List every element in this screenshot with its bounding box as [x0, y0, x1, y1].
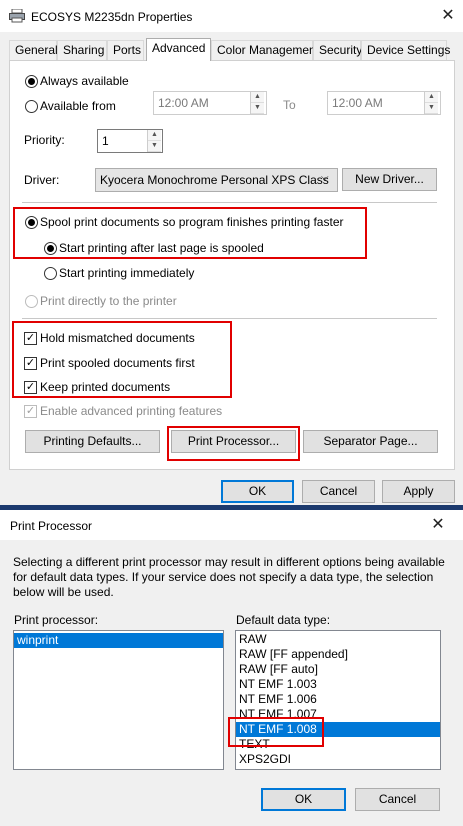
spool-label: Spool print documents so program finishe…: [40, 215, 344, 229]
list-item[interactable]: RAW: [236, 632, 440, 647]
separator-page-button[interactable]: Separator Page...: [303, 430, 438, 453]
available-from-label: Available from: [40, 99, 116, 113]
list-item[interactable]: NT EMF 1.007: [236, 707, 440, 722]
priority-label: Priority:: [24, 133, 65, 147]
always-available-label: Always available: [40, 74, 129, 88]
print-processor-description: Selecting a different print processor ma…: [13, 555, 445, 599]
spin-down-icon[interactable]: ▼: [425, 103, 438, 114]
hold-mismatched-label: Hold mismatched documents: [40, 331, 195, 345]
close-icon[interactable]: ✕: [423, 511, 453, 539]
close-icon[interactable]: ✕: [433, 2, 463, 30]
to-time-spinner[interactable]: ▲ ▼: [424, 92, 438, 114]
divider: [22, 318, 437, 319]
priority-value: 1: [102, 134, 109, 148]
tab-device-settings[interactable]: Device Settings: [361, 40, 450, 60]
printing-defaults-button[interactable]: Printing Defaults...: [25, 430, 160, 453]
print-directly-radio[interactable]: [25, 295, 38, 308]
tab-color-management[interactable]: Color Management: [211, 40, 319, 60]
print-processor-label: Print processor:: [14, 613, 99, 627]
print-processor-ok-button[interactable]: OK: [261, 788, 346, 811]
list-item[interactable]: NT EMF 1.003: [236, 677, 440, 692]
spin-down-icon[interactable]: ▼: [251, 103, 264, 114]
list-item[interactable]: XPS2GDI: [236, 752, 440, 767]
print-processor-title-bar: Print Processor ✕: [0, 510, 463, 540]
start-immediately-radio[interactable]: [44, 267, 57, 280]
properties-window-title: ECOSYS M2235dn Properties: [31, 10, 193, 24]
advanced-features-checkbox[interactable]: ✓: [24, 405, 37, 418]
list-item[interactable]: winprint: [14, 633, 223, 648]
driver-label: Driver:: [24, 173, 60, 187]
tab-sharing[interactable]: Sharing: [57, 40, 107, 60]
divider: [22, 202, 437, 203]
spin-up-icon[interactable]: ▲: [251, 92, 264, 103]
list-item[interactable]: TEXT: [236, 737, 440, 752]
spin-up-icon[interactable]: ▲: [425, 92, 438, 103]
spin-down-icon[interactable]: ▼: [148, 141, 161, 152]
driver-select[interactable]: Kyocera Monochrome Personal XPS Class ⌵: [95, 168, 338, 192]
keep-printed-checkbox[interactable]: ✓: [24, 381, 37, 394]
properties-title-bar: ECOSYS M2235dn Properties ✕: [0, 0, 463, 32]
start-after-last-page-label: Start printing after last page is spoole…: [59, 241, 264, 255]
print-spooled-first-label: Print spooled documents first: [40, 356, 195, 370]
list-item-selected[interactable]: NT EMF 1.008: [236, 722, 440, 737]
advanced-features-label: Enable advanced printing features: [40, 404, 223, 418]
chevron-down-icon: ⌵: [321, 172, 329, 183]
default-data-type-label: Default data type:: [236, 613, 331, 627]
print-processor-list[interactable]: winprint: [13, 630, 224, 770]
available-from-radio[interactable]: [25, 100, 38, 113]
priority-spinner[interactable]: ▲ ▼: [147, 130, 161, 152]
list-item[interactable]: NT EMF 1.006: [236, 692, 440, 707]
list-item[interactable]: RAW [FF auto]: [236, 662, 440, 677]
default-data-type-list[interactable]: RAW RAW [FF appended] RAW [FF auto] NT E…: [235, 630, 441, 770]
cancel-button[interactable]: Cancel: [302, 480, 375, 503]
spin-up-icon[interactable]: ▲: [148, 130, 161, 141]
available-from-time-value: 12:00 AM: [158, 96, 209, 110]
tab-security[interactable]: Security: [313, 40, 362, 60]
always-available-radio[interactable]: [25, 75, 38, 88]
available-to-time-value: 12:00 AM: [332, 96, 383, 110]
to-label: To: [283, 98, 296, 112]
from-time-spinner[interactable]: ▲ ▼: [250, 92, 264, 114]
print-directly-label: Print directly to the printer: [40, 294, 177, 308]
list-item[interactable]: RAW [FF appended]: [236, 647, 440, 662]
print-spooled-first-checkbox[interactable]: ✓: [24, 357, 37, 370]
hold-mismatched-checkbox[interactable]: ✓: [24, 332, 37, 345]
new-driver-button[interactable]: New Driver...: [342, 168, 437, 191]
spool-radio[interactable]: [25, 216, 38, 229]
apply-button[interactable]: Apply: [382, 480, 455, 503]
print-processor-button[interactable]: Print Processor...: [171, 430, 296, 453]
start-after-last-page-radio[interactable]: [44, 242, 57, 255]
driver-value: Kyocera Monochrome Personal XPS Class: [100, 173, 329, 187]
tab-advanced[interactable]: Advanced: [146, 38, 211, 61]
tab-ports[interactable]: Ports: [107, 40, 144, 60]
print-processor-dialog-title: Print Processor: [10, 519, 93, 533]
ok-button[interactable]: OK: [221, 480, 294, 503]
print-processor-cancel-button[interactable]: Cancel: [355, 788, 440, 811]
printer-icon: [9, 9, 25, 23]
tab-general[interactable]: General: [9, 40, 58, 60]
keep-printed-label: Keep printed documents: [40, 380, 171, 394]
start-immediately-label: Start printing immediately: [59, 266, 195, 280]
